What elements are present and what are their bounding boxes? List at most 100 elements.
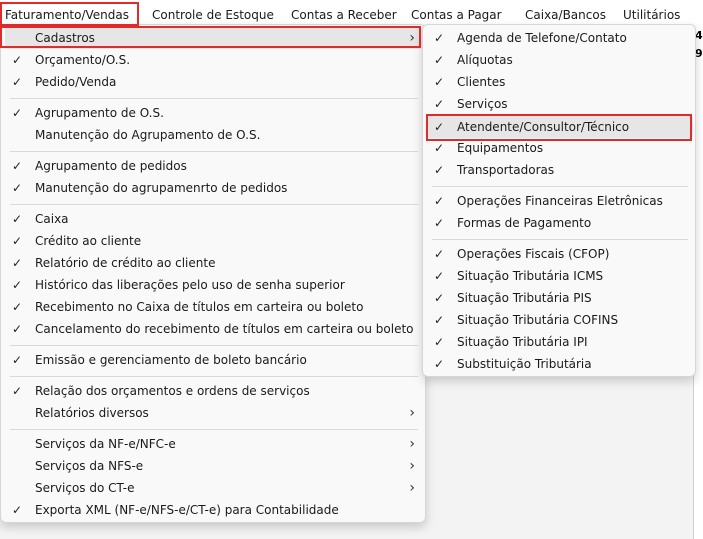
check-icon: ✓ — [11, 353, 23, 367]
highlight-faturamento — [0, 2, 139, 26]
menu-item-label: Relação dos orçamentos e ordens de servi… — [35, 384, 310, 398]
chevron-right-icon: › — [409, 405, 415, 421]
check-icon: ✓ — [433, 163, 445, 177]
menu-item-label: Situação Tributária ICMS — [457, 269, 604, 283]
menu-item-servicos-da-nf-e-nfc-e[interactable]: Serviços da NF-e/NFC-e › — [5, 433, 423, 455]
check-icon: ✓ — [11, 234, 23, 248]
check-icon: ✓ — [11, 53, 23, 67]
menu-item-caixa[interactable]: ✓ Caixa — [5, 208, 423, 230]
background-glyph: 4 — [695, 29, 703, 42]
menu-item-label: Crédito ao cliente — [35, 234, 142, 248]
highlight-cadastros — [0, 26, 421, 48]
menubar-item-caixa-bancos[interactable]: Caixa/Bancos — [525, 6, 606, 24]
menu-item-exporta-xml-nf-e-nfs-e-ct-e-para-contabilidade[interactable]: ✓ Exporta XML (NF-e/NFS-e/CT-e) para Cont… — [5, 499, 423, 521]
menu-item-aliquotas[interactable]: ✓ Alíquotas — [427, 49, 693, 71]
check-icon: ✓ — [433, 313, 445, 327]
menu-item-manutencao-do-agrupamenrto-de-pedidos[interactable]: ✓ Manutenção do agrupamenrto de pedidos — [5, 177, 423, 199]
menu-item-label: Clientes — [457, 75, 506, 89]
check-icon: ✓ — [11, 159, 23, 173]
menu-item-servicos-do-ct-e[interactable]: Serviços do CT-e › — [5, 477, 423, 499]
check-icon: ✓ — [433, 75, 445, 89]
menu-item-operacoes-financeiras-eletronicas[interactable]: ✓ Operações Financeiras Eletrônicas — [427, 190, 693, 212]
menu-item-label: Serviços da NFS-e — [35, 459, 144, 473]
menu-item-label: Manutenção do agrupamenrto de pedidos — [35, 181, 288, 195]
check-icon: ✓ — [433, 335, 445, 349]
check-icon: ✓ — [11, 384, 23, 398]
highlight-atendente — [426, 114, 692, 141]
menu-item-label: Formas de Pagamento — [457, 216, 592, 230]
menubar-item-utilitarios[interactable]: Utilitários — [623, 6, 680, 24]
menu-item-agrupamento-de-pedidos[interactable]: ✓ Agrupamento de pedidos — [5, 155, 423, 177]
check-icon: ✓ — [11, 256, 23, 270]
check-icon: ✓ — [11, 322, 23, 336]
menu-item-label: Alíquotas — [457, 53, 513, 67]
menu-item-label: Cancelamento do recebimento de títulos e… — [35, 322, 414, 336]
menu-item-label: Situação Tributária IPI — [457, 335, 588, 349]
check-icon: ✓ — [433, 247, 445, 261]
check-icon: ✓ — [433, 53, 445, 67]
menu-item-label: Operações Fiscais (CFOP) — [457, 247, 610, 261]
menu-separator — [10, 376, 418, 377]
menu-item-label: Operações Financeiras Eletrônicas — [457, 194, 663, 208]
menu-item-situacao-tributaria-ipi[interactable]: ✓ Situação Tributária IPI — [427, 331, 693, 353]
menu-item-label: Substituição Tributária — [457, 357, 592, 371]
menu-item-formas-de-pagamento[interactable]: ✓ Formas de Pagamento — [427, 212, 693, 234]
check-icon: ✓ — [11, 75, 23, 89]
faturamento-dropdown-menu: Cadastros › ✓ Orçamento/O.S. ✓ Pedido/Venda ✓ A… — [0, 24, 426, 523]
menubar-item-contas-receber[interactable]: Contas a Receber — [291, 6, 397, 24]
menu-item-operacoes-fiscais-cfop[interactable]: ✓ Operações Fiscais (CFOP) — [427, 243, 693, 265]
menu-item-historico-das-liberacoes-pelo-uso-de-senha-superior[interactable]: ✓ Histórico das liberações pelo uso de se… — [5, 274, 423, 296]
menu-item-relatorios-diversos[interactable]: Relatórios diversos › — [5, 402, 423, 424]
check-icon: ✓ — [433, 291, 445, 305]
check-icon: ✓ — [433, 97, 445, 111]
check-icon: ✓ — [11, 300, 23, 314]
menu-item-label: Recebimento no Caixa de títulos em carte… — [35, 300, 364, 314]
menu-item-relacao-dos-orcamentos-e-ordens-de-servicos[interactable]: ✓ Relação dos orçamentos e ordens de serv… — [5, 380, 423, 402]
menu-item-label: Agrupamento de O.S. — [35, 106, 164, 120]
menu-item-recebimento-no-caixa-de-titulos-em-carteira-ou-boleto[interactable]: ✓ Recebimento no Caixa de títulos em cart… — [5, 296, 423, 318]
menu-item-credito-ao-cliente[interactable]: ✓ Crédito ao cliente — [5, 230, 423, 252]
background-glyph: 9 — [695, 47, 703, 60]
menu-item-manutencao-do-agrupamento-de-o-s[interactable]: Manutenção do Agrupamento de O.S. — [5, 124, 423, 146]
menu-separator — [432, 239, 688, 240]
menu-item-orcamento-o-s[interactable]: ✓ Orçamento/O.S. — [5, 49, 423, 71]
check-icon: ✓ — [11, 106, 23, 120]
check-icon: ✓ — [11, 503, 23, 517]
menu-item-label: Pedido/Venda — [35, 75, 117, 89]
menu-item-situacao-tributaria-icms[interactable]: ✓ Situação Tributária ICMS — [427, 265, 693, 287]
menu-item-relatorio-de-credito-ao-cliente[interactable]: ✓ Relatório de crédito ao cliente — [5, 252, 423, 274]
menubar-item-contas-pagar[interactable]: Contas a Pagar — [411, 6, 502, 24]
check-icon: ✓ — [433, 269, 445, 283]
menu-item-pedido-venda[interactable]: ✓ Pedido/Venda — [5, 71, 423, 93]
menu-item-situacao-tributaria-pis[interactable]: ✓ Situação Tributária PIS — [427, 287, 693, 309]
menu-item-servicos[interactable]: ✓ Serviços — [427, 93, 693, 115]
menu-item-label: Emissão e gerenciamento de boleto bancár… — [35, 353, 307, 367]
menu-item-transportadoras[interactable]: ✓ Transportadoras — [427, 159, 693, 181]
menu-item-cancelamento-do-recebimento-de-titulos-em-carteira-ou-boleto[interactable]: ✓ Cancelamento do recebimento de títulos … — [5, 318, 423, 340]
menu-item-servicos-da-nfs-e[interactable]: Serviços da NFS-e › — [5, 455, 423, 477]
menu-item-clientes[interactable]: ✓ Clientes — [427, 71, 693, 93]
menu-item-label: Agenda de Telefone/Contato — [457, 31, 627, 45]
menubar-item-estoque[interactable]: Controle de Estoque — [152, 6, 274, 24]
check-icon: ✓ — [11, 278, 23, 292]
check-icon: ✓ — [433, 31, 445, 45]
menu-item-emissao-e-gerenciamento-de-boleto-bancario[interactable]: ✓ Emissão e gerenciamento de boleto bancá… — [5, 349, 423, 371]
menu-item-substituicao-tributaria[interactable]: ✓ Substituição Tributária — [427, 353, 693, 375]
menu-item-label: Relatórios diversos — [35, 406, 149, 420]
menu-item-agrupamento-de-o-s[interactable]: ✓ Agrupamento de O.S. — [5, 102, 423, 124]
check-icon: ✓ — [433, 357, 445, 371]
menu-item-agenda-de-telefone-contato[interactable]: ✓ Agenda de Telefone/Contato — [427, 27, 693, 49]
menu-item-label: Exporta XML (NF-e/NFS-e/CT-e) para Conta… — [35, 503, 339, 517]
menu-separator — [10, 429, 418, 430]
menu-item-label: Serviços — [457, 97, 508, 111]
menu-item-label: Situação Tributária COFINS — [457, 313, 619, 327]
menu-item-situacao-tributaria-cofins[interactable]: ✓ Situação Tributária COFINS — [427, 309, 693, 331]
menu-separator — [10, 151, 418, 152]
menu-separator — [10, 204, 418, 205]
menu-item-label: Situação Tributária PIS — [457, 291, 592, 305]
menu-item-label: Serviços do CT-e — [35, 481, 135, 495]
check-icon: ✓ — [11, 212, 23, 226]
chevron-right-icon: › — [409, 458, 415, 474]
menu-item-label: Relatório de crédito ao cliente — [35, 256, 216, 270]
menu-item-label: Orçamento/O.S. — [35, 53, 131, 67]
